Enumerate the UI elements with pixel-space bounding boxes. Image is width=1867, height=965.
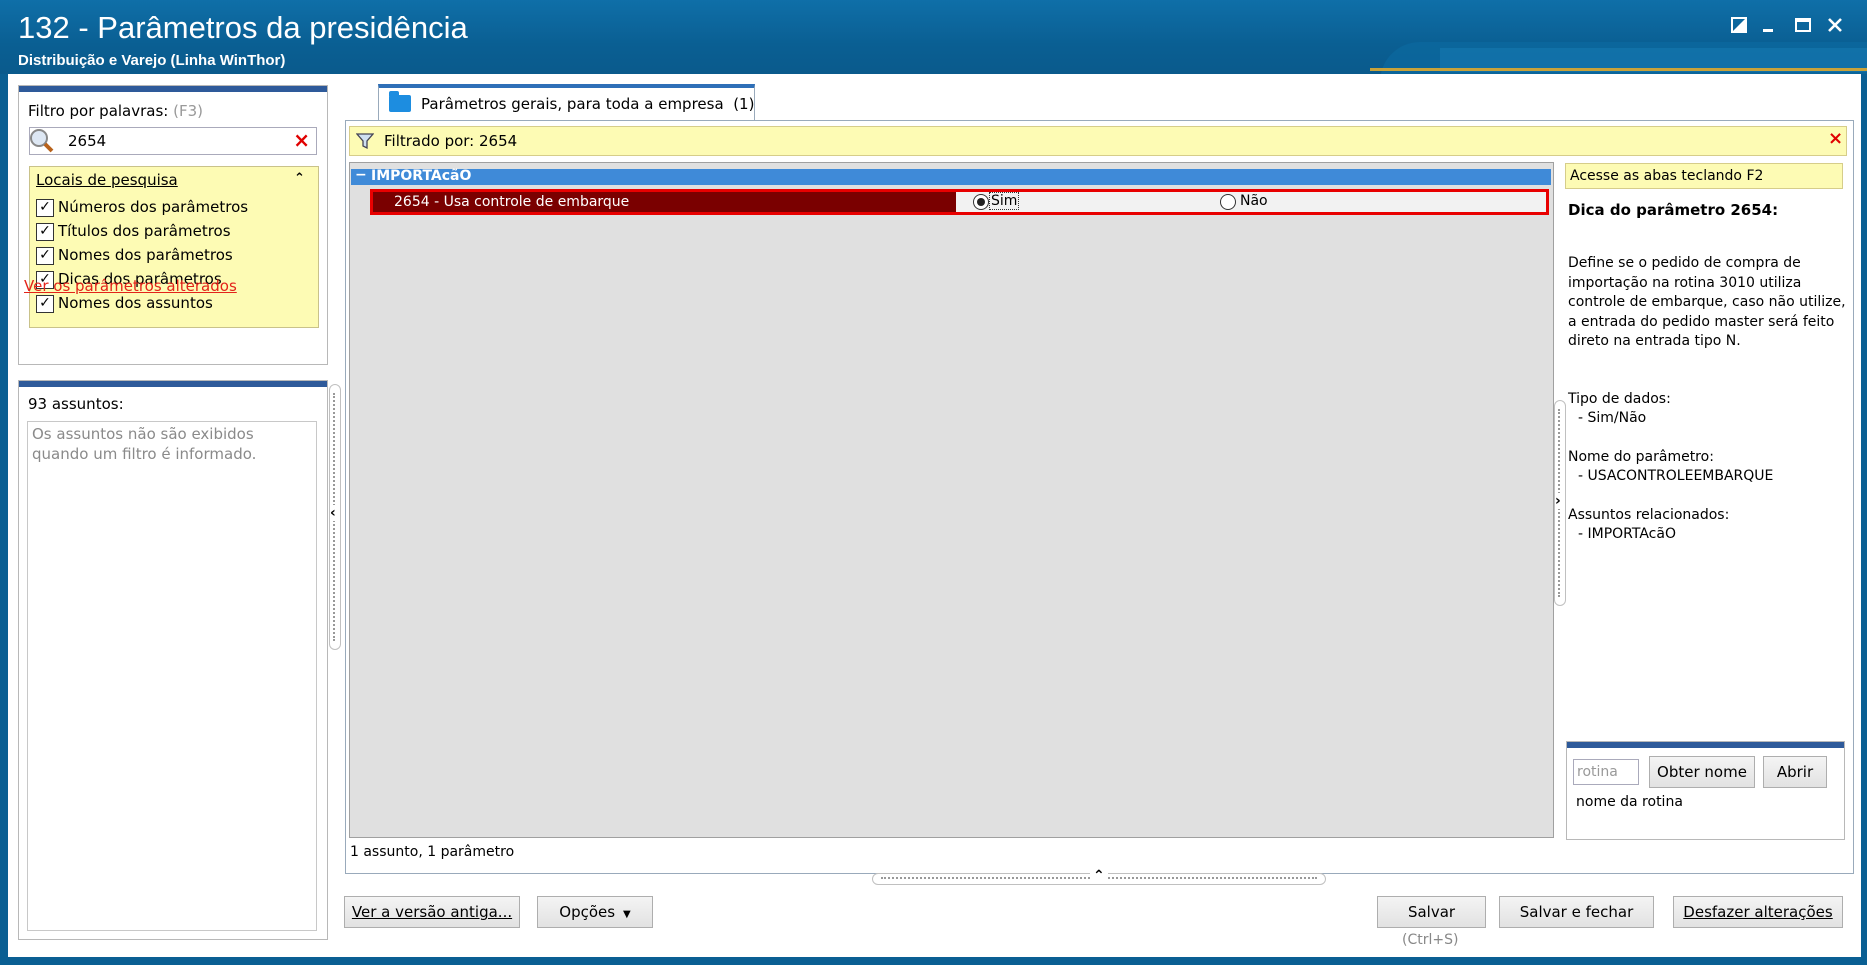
routine-name-label: nome da rotina <box>1576 794 1683 810</box>
title-accent-line <box>1370 68 1867 71</box>
right-splitter[interactable]: › <box>1554 400 1566 606</box>
changed-parameters-link[interactable]: Ver os parâmetros alterados <box>24 277 237 295</box>
bottom-splitter[interactable]: ⌃ <box>872 868 1326 885</box>
grid-status: 1 assunto, 1 parâmetro <box>350 844 515 860</box>
close-icon[interactable] <box>1822 14 1848 40</box>
clear-filter-icon[interactable]: × <box>1828 128 1843 149</box>
hint-title: Dica do parâmetro 2654: <box>1568 201 1779 219</box>
group-toggle-icon[interactable]: − <box>355 167 367 183</box>
radio-nao[interactable] <box>1220 194 1236 210</box>
filter-label-text: Filtro por palavras: <box>28 102 169 120</box>
checkbox-label[interactable]: Nomes dos parâmetros <box>58 246 233 264</box>
subjects-message: Os assuntos não são exibidos quando um f… <box>27 421 317 931</box>
parameter-name-label: Nome do parâmetro: <box>1568 449 1714 465</box>
checkbox-0[interactable]: ✓ <box>36 199 54 217</box>
search-value: 2654 <box>68 132 107 150</box>
subjects-panel: 93 assuntos: Os assuntos não são exibido… <box>18 380 328 940</box>
parameters-grid: − IMPORTAcãO 2654 - Usa controle de emba… <box>349 162 1554 838</box>
restore-icon[interactable] <box>1726 14 1752 40</box>
filter-label: Filtro por palavras: (F3) <box>28 102 203 120</box>
radio-sim-label[interactable]: Sim <box>988 192 1020 210</box>
open-button[interactable]: Abrir <box>1763 756 1827 788</box>
filter-indicator-bar: Filtrado por: 2654 × <box>349 126 1847 156</box>
options-button[interactable]: Opções ▼ <box>537 896 653 928</box>
maximize-icon[interactable] <box>1790 14 1816 40</box>
data-type-value: - Sim/Não <box>1578 410 1647 426</box>
get-name-button[interactable]: Obter nome <box>1649 756 1755 788</box>
save-button[interactable]: Salvar <box>1377 896 1486 928</box>
save-shortcut: (Ctrl+S) <box>1402 932 1459 948</box>
filtered-by-label: Filtrado por: 2654 <box>384 132 518 150</box>
chevron-down-icon: ▼ <box>619 909 631 920</box>
checkbox-1[interactable]: ✓ <box>36 223 54 241</box>
group-row[interactable]: − IMPORTAcãO <box>351 167 1551 185</box>
hint-description: Define se o pedido de compra de importaç… <box>1568 255 1846 349</box>
checkbox-label[interactable]: Títulos dos parâmetros <box>58 222 231 240</box>
checkbox-4[interactable]: ✓ <box>36 295 54 313</box>
group-name: IMPORTAcãO <box>371 168 472 184</box>
filter-shortcut: (F3) <box>173 102 204 120</box>
routine-tools: rotina Obter nome Abrir nome da rotina <box>1566 741 1845 840</box>
parameter-row[interactable]: 2654 - Usa controle de embarque Sim Não <box>370 189 1549 215</box>
related-subjects-label: Assuntos relacionados: <box>1568 507 1730 523</box>
collapse-left-icon[interactable]: ‹ <box>330 505 336 521</box>
minimize-icon[interactable] <box>1756 14 1782 40</box>
data-type-label: Tipo de dados: <box>1568 391 1671 407</box>
left-splitter[interactable]: ‹ <box>329 384 341 650</box>
title-bar: 132 - Parâmetros da presidência Distribu… <box>0 0 1867 74</box>
related-subjects-value: - IMPORTAcãO <box>1578 526 1676 542</box>
tab-count: (1) <box>733 95 755 113</box>
tabs-shortcut-hint: Acesse as abas teclando F2 <box>1565 163 1843 189</box>
parameter-name-value: - USACONTROLEEMBARQUE <box>1578 468 1774 484</box>
checkbox-label[interactable]: Números dos parâmetros <box>58 198 248 216</box>
subjects-count: 93 assuntos: <box>28 395 124 413</box>
filter-panel: Filtro por palavras: (F3) 2654 × Locais … <box>18 85 328 365</box>
expand-up-icon[interactable]: ⌃ <box>1090 868 1108 884</box>
clear-search-icon[interactable]: × <box>293 128 310 152</box>
panel-header-bar <box>19 86 327 92</box>
search-input[interactable]: 2654 × <box>29 127 317 155</box>
collapse-right-icon[interactable]: › <box>1555 493 1561 509</box>
radio-nao-label[interactable]: Não <box>1240 193 1268 209</box>
collapse-icon[interactable]: ⌃ <box>294 171 305 186</box>
old-version-button[interactable]: Ver a versão antiga... <box>344 896 520 928</box>
search-locations: Locais de pesquisa ⌃ ✓ Números dos parâme… <box>29 166 319 328</box>
tab-label: Parâmetros gerais, para toda a empresa (… <box>421 95 754 113</box>
search-locations-title: Locais de pesquisa <box>36 171 178 189</box>
save-close-button[interactable]: Salvar e fechar <box>1499 896 1654 928</box>
panel-header-bar <box>1567 742 1844 748</box>
undo-changes-button[interactable]: Desfazer alterações <box>1673 896 1843 928</box>
routine-input[interactable]: rotina <box>1573 759 1639 785</box>
tab-label-text: Parâmetros gerais, para toda a empresa <box>421 95 724 113</box>
checkbox-label[interactable]: Nomes dos assuntos <box>58 294 213 312</box>
window-title: 132 - Parâmetros da presidência <box>18 10 468 45</box>
options-label: Opções <box>559 903 616 921</box>
funnel-icon <box>356 133 374 150</box>
checkbox-2[interactable]: ✓ <box>36 247 54 265</box>
panel-header-bar <box>19 381 327 387</box>
radio-sim[interactable] <box>973 194 989 210</box>
search-icon <box>30 129 54 153</box>
parameter-name: 2654 - Usa controle de embarque <box>373 192 956 212</box>
tab-general-parameters[interactable]: Parâmetros gerais, para toda a empresa (… <box>378 84 755 120</box>
window-subtitle: Distribuição e Varejo (Linha WinThor) <box>18 52 286 69</box>
folder-icon <box>389 91 411 112</box>
